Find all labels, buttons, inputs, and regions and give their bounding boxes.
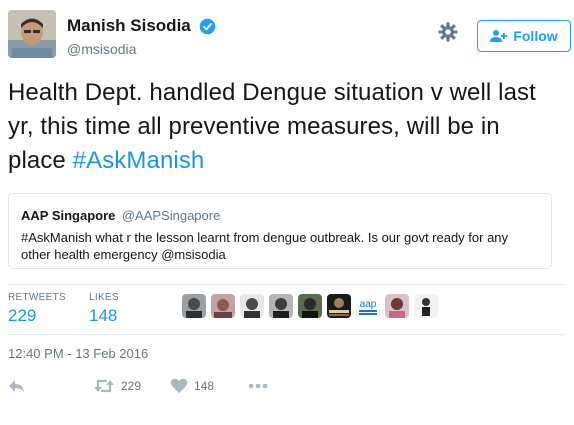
liker-avatar-6[interactable]	[327, 294, 351, 318]
likes-stat[interactable]: LIKES 148	[89, 292, 119, 326]
user-avatar[interactable]	[8, 10, 56, 58]
liker-avatar-7-text: aap	[360, 299, 377, 310]
liker-avatar-5[interactable]	[298, 294, 322, 318]
quoted-tweet-text: #AskManish what r the lesson learnt from…	[21, 229, 539, 263]
more-dots-icon	[248, 383, 268, 389]
follow-button[interactable]: Follow	[477, 20, 571, 52]
likes-label: LIKES	[89, 292, 119, 303]
follow-button-label: Follow	[513, 28, 558, 44]
tweet-hashtag-link[interactable]: #AskManish	[73, 147, 205, 174]
retweet-button[interactable]: 229	[93, 378, 141, 394]
tweet-timestamp[interactable]: 12:40 PM - 13 Feb 2016	[8, 346, 148, 361]
liker-avatar-3[interactable]	[240, 294, 264, 318]
quoted-tweet-name: AAP Singapore	[21, 208, 116, 223]
reply-button[interactable]	[8, 378, 26, 394]
quoted-tweet[interactable]: AAP Singapore @AAPSingapore #AskManish w…	[8, 193, 552, 269]
more-button[interactable]	[248, 378, 268, 394]
likes-value: 148	[89, 306, 118, 325]
tweet-text: Health Dept. handled Dengue situation v …	[8, 76, 558, 178]
like-count: 148	[194, 379, 215, 393]
retweet-count: 229	[121, 379, 142, 393]
retweet-icon	[94, 379, 114, 393]
quoted-tweet-mention: @msisodia	[161, 247, 226, 262]
quoted-tweet-handle: @AAPSingapore	[121, 208, 221, 223]
liker-avatar-7[interactable]: aap	[356, 294, 380, 318]
heart-icon	[170, 378, 188, 393]
user-handle[interactable]: @msisodia	[67, 41, 216, 57]
liker-avatar-1[interactable]	[182, 294, 206, 318]
user-name-block: Manish Sisodia @msisodia	[67, 16, 216, 57]
liker-avatar-4[interactable]	[269, 294, 293, 318]
retweets-stat[interactable]: RETWEETS 229	[8, 292, 66, 326]
like-button[interactable]: 148	[170, 378, 214, 394]
liker-avatar-2[interactable]	[211, 294, 235, 318]
tweet-header: Manish Sisodia @msisodia Follow	[8, 10, 571, 62]
quoted-tweet-body: #AskManish what r the lesson learnt from…	[21, 230, 509, 262]
stats-top-divider	[8, 284, 566, 285]
gear-icon[interactable]	[437, 21, 459, 43]
retweets-label: RETWEETS	[8, 292, 66, 303]
liker-avatar-9[interactable]	[414, 294, 438, 318]
reply-icon	[9, 380, 24, 392]
stats-bottom-divider	[8, 334, 566, 335]
avatar-photo-icon	[8, 10, 56, 58]
liker-avatar-8[interactable]	[385, 294, 409, 318]
retweets-value: 229	[8, 306, 37, 325]
verified-badge-icon	[199, 18, 216, 34]
display-name[interactable]: Manish Sisodia	[67, 16, 191, 36]
add-user-icon	[490, 30, 508, 42]
